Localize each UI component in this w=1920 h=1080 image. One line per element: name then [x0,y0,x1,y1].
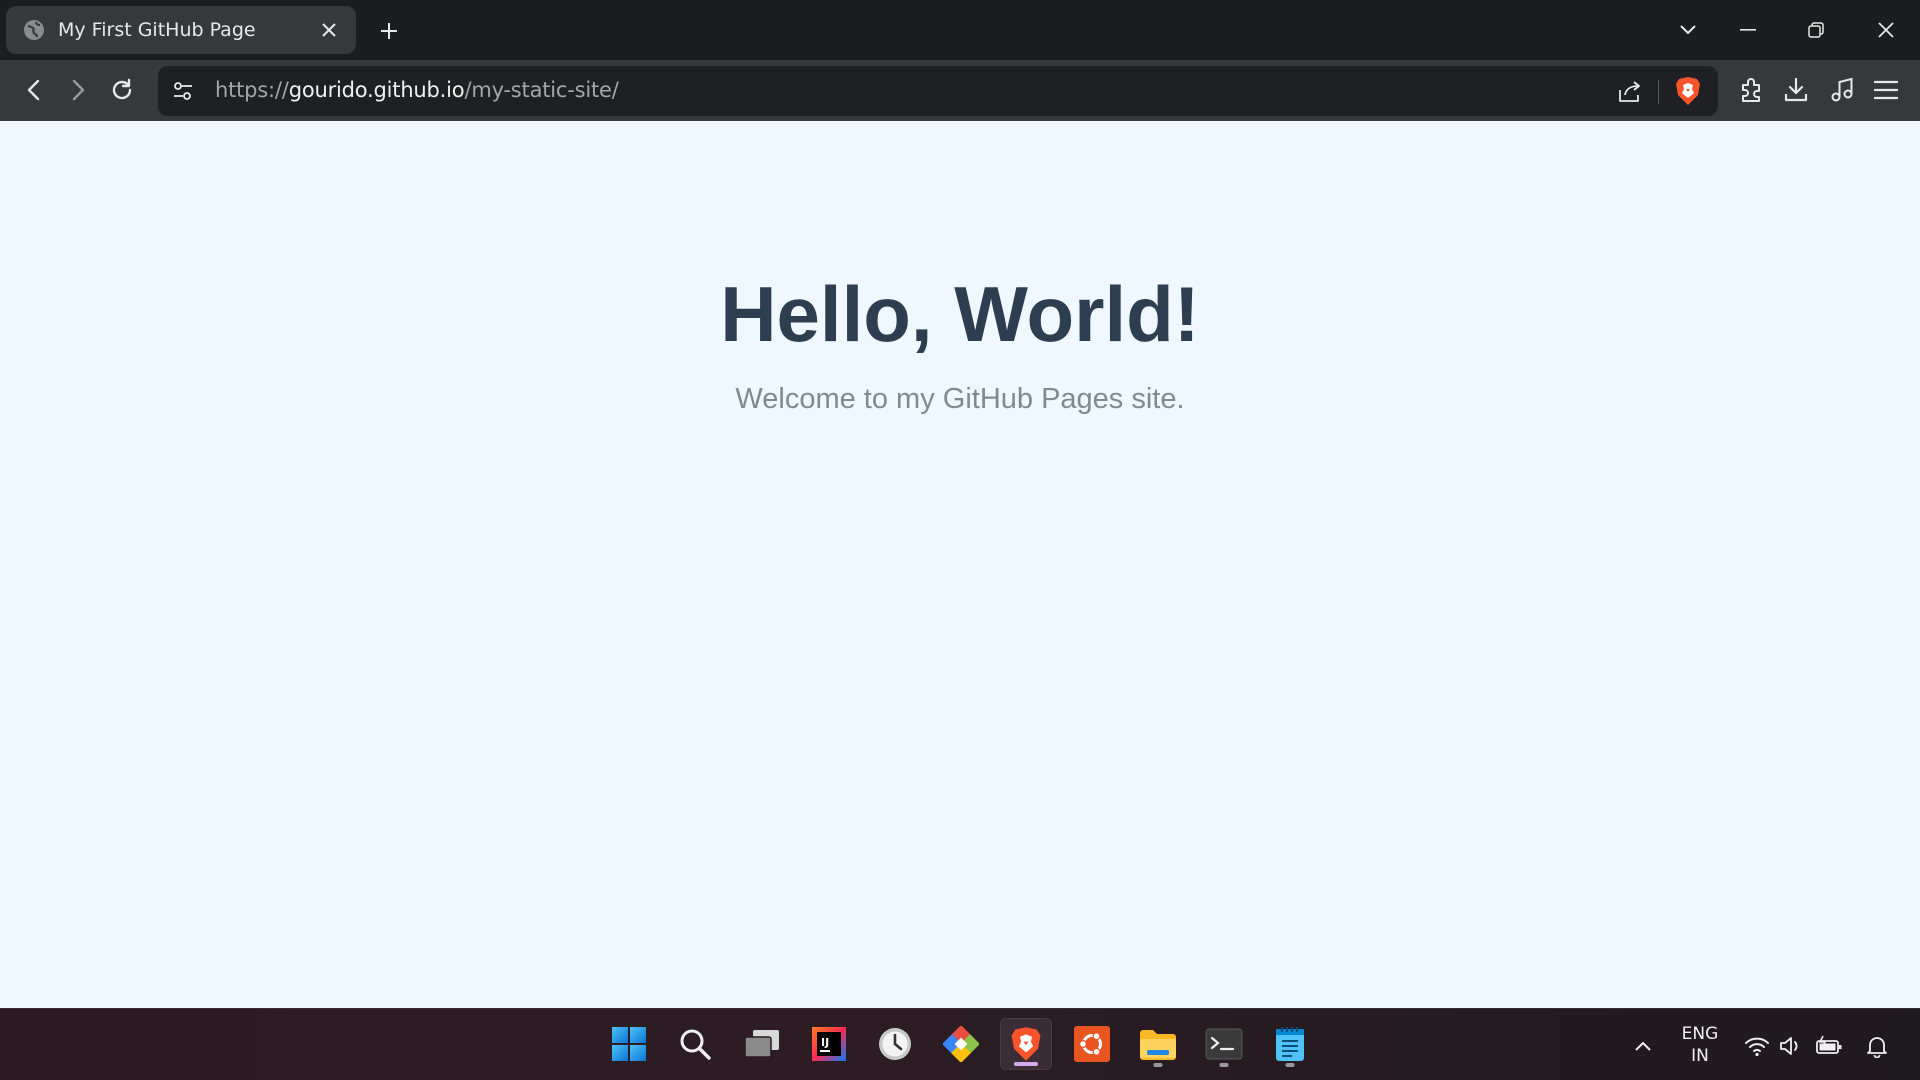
git-tool-app[interactable] [935,1018,987,1070]
running-indicator [1285,1063,1295,1067]
taskbar-search-button[interactable] [669,1018,721,1070]
menu-button[interactable] [1866,70,1906,110]
downloads-button[interactable] [1776,70,1816,110]
battery-icon[interactable] [1814,1031,1844,1061]
tab-close-icon[interactable] [316,17,342,43]
intellij-icon: IJ [812,1027,846,1061]
file-explorer-app[interactable] [1132,1018,1184,1070]
task-view-icon [744,1030,779,1058]
tab-search-button[interactable] [1660,8,1716,52]
url-text[interactable]: https://gourido.github.io/my-static-site… [215,78,619,102]
globe-icon [22,18,46,42]
page-subtitle: Welcome to my GitHub Pages site. [735,383,1185,415]
volume-icon[interactable] [1776,1031,1806,1061]
browser-toolbar: https://gourido.github.io/my-static-site… [0,60,1920,121]
brave-browser-app[interactable] [1000,1018,1052,1070]
back-button[interactable] [14,70,54,110]
task-view-button[interactable] [736,1018,788,1070]
url-path: /my-static-site/ [464,78,619,102]
show-hidden-icons-button[interactable] [1628,1031,1658,1061]
running-indicator [1153,1063,1163,1067]
share-icon[interactable] [1614,76,1646,108]
svg-text:IJ: IJ [821,1036,829,1049]
tab-strip: My First GitHub Page [0,0,1920,60]
site-settings-icon[interactable] [168,76,198,106]
start-button[interactable] [603,1018,655,1070]
running-indicator [1014,1062,1038,1066]
extensions-button[interactable] [1732,70,1772,110]
ubuntu-icon [1074,1026,1110,1062]
ubuntu-app[interactable] [1066,1018,1118,1070]
language-code: ENG [1681,1024,1719,1044]
media-button[interactable] [1822,70,1862,110]
restore-button[interactable] [1788,8,1844,52]
minimize-button[interactable] [1720,8,1776,52]
url-host: gourido.github.io [288,78,465,102]
browser-tab[interactable]: My First GitHub Page [6,6,356,54]
new-tab-button[interactable] [372,14,406,48]
page-viewport: Hello, World! Welcome to my GitHub Pages… [0,121,1920,1008]
region-code: IN [1691,1046,1709,1066]
notepad-app[interactable] [1264,1018,1316,1070]
search-icon [680,1029,711,1060]
notification-bell-icon[interactable] [1862,1031,1892,1061]
address-bar[interactable]: https://gourido.github.io/my-static-site… [158,66,1718,116]
chevron-up-icon [1635,1041,1651,1051]
brave-shields-icon[interactable] [1672,75,1704,107]
windows-start-icon [612,1027,646,1061]
input-language-indicator[interactable]: ENG IN [1672,1023,1728,1067]
windows-taskbar: IJ ENG IN [0,1008,1920,1080]
running-indicator [1219,1063,1229,1067]
terminal-icon [1205,1028,1243,1060]
close-window-button[interactable] [1858,8,1914,52]
intellij-app[interactable]: IJ [803,1018,855,1070]
tab-title: My First GitHub Page [58,19,256,41]
page-heading: Hello, World! [720,270,1200,358]
address-bar-divider [1658,80,1659,104]
file-explorer-icon [1140,1030,1176,1060]
forward-button[interactable] [58,70,98,110]
clock-icon [879,1028,911,1060]
git-icon [943,1026,979,1062]
notepad-icon [1276,1027,1304,1061]
clock-app[interactable] [869,1018,921,1070]
url-scheme: https:// [215,78,289,102]
reload-button[interactable] [102,70,142,110]
brave-browser-icon [1011,1027,1041,1061]
wifi-icon[interactable] [1742,1031,1772,1061]
terminal-app[interactable] [1198,1018,1250,1070]
